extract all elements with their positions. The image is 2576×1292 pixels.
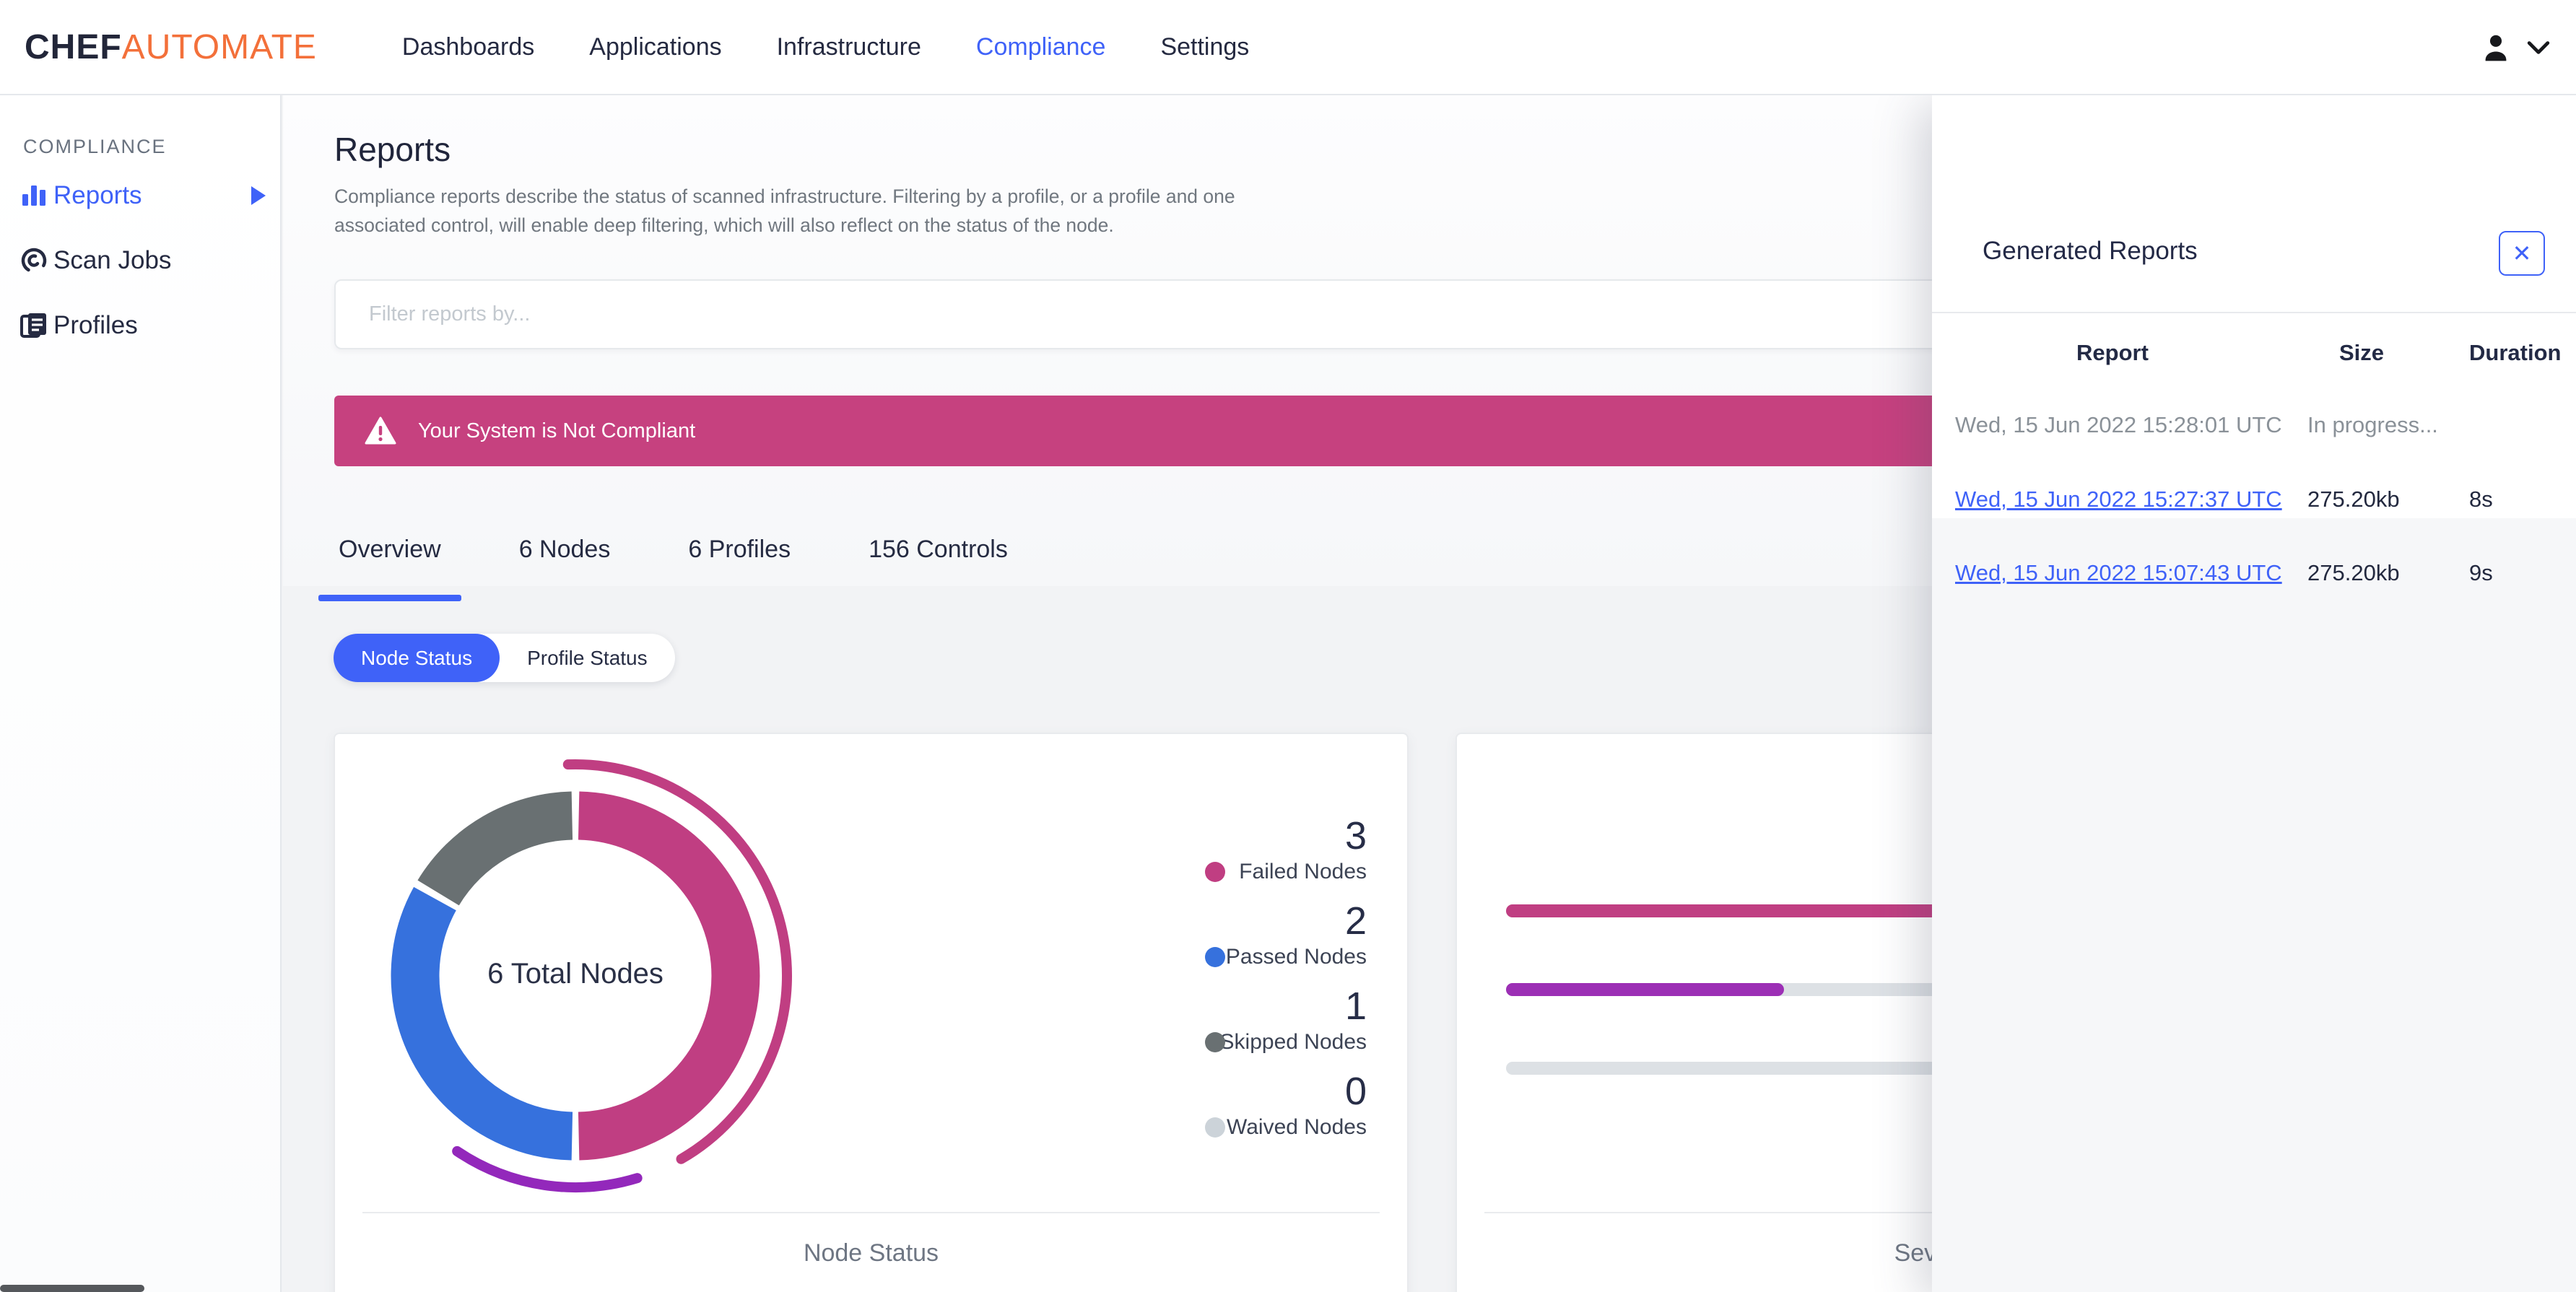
page-title: Reports [334,131,451,168]
waived-dot-icon [1205,1117,1225,1138]
profiles-docs-icon [19,310,49,341]
panel-divider [1932,312,2576,313]
node-status-legend: 3 Failed Nodes 2 Passed Nodes 1 Skipped … [1185,815,1367,1140]
legend-label: Passed Nodes [1225,945,1367,969]
banner-text: Your System is Not Compliant [418,419,696,442]
reports-table-header: Report Size Duration [1932,335,2576,371]
chef-automate-logo[interactable]: CHEFAUTOMATE [25,27,317,67]
report-tabs: Overview 6 Nodes 6 Profiles 156 Controls [318,525,1012,601]
legend-label: Waived Nodes [1227,1115,1367,1139]
panel-surface [1932,95,2576,518]
main-nav: Dashboards Applications Infrastructure C… [402,33,1249,61]
logo-automate: AUTOMATE [121,27,317,66]
sidebar-item-scan-jobs[interactable]: Scan Jobs [0,233,280,288]
node-status-caption: Node Status [803,1239,939,1267]
failed-dot-icon [1205,862,1225,882]
legend-item-waived: 0 Waived Nodes [1185,1070,1367,1140]
table-row: Wed, 15 Jun 2022 15:07:43 UTC 275.20kb 9… [1932,555,2576,591]
report-size: 275.20kb [2307,486,2400,512]
report-duration: 8s [2469,486,2493,512]
warning-icon [365,416,396,445]
node-status-card: 6 Total Nodes 3 Failed Nodes 2 Passed No… [334,733,1409,1292]
user-avatar-icon [2479,31,2512,64]
legend-label: Failed Nodes [1239,860,1367,883]
horizontal-scrollbar-thumb[interactable] [0,1285,144,1292]
report-duration: 9s [2469,560,2493,585]
generated-reports-panel: Generated Reports ✕ Report Size Duration… [1932,95,2576,1292]
sidebar-item-reports[interactable]: Reports [0,168,280,223]
tab-profiles[interactable]: 6 Profiles [684,525,795,601]
app-header: CHEFAUTOMATE Dashboards Applications Inf… [0,0,2576,95]
table-row: Wed, 15 Jun 2022 15:28:01 UTC In progres… [1932,407,2576,443]
sidebar-item-profiles[interactable]: Profiles [0,298,280,353]
scan-target-icon [19,245,49,276]
report-size: 275.20kb [2307,560,2400,585]
legend-label: Skipped Nodes [1219,1030,1367,1054]
profile-status-toggle[interactable]: Profile Status [500,634,675,682]
column-duration: Duration [2469,340,2562,365]
nav-item-applications[interactable]: Applications [589,33,721,61]
nav-item-dashboards[interactable]: Dashboards [402,33,534,61]
logo-chef: CHEF [25,27,122,66]
chevron-right-icon [251,186,266,205]
chef-automate-app: CHEFAUTOMATE Dashboards Applications Inf… [0,0,2576,1292]
nav-item-infrastructure[interactable]: Infrastructure [777,33,921,61]
report-date: Wed, 15 Jun 2022 15:28:01 UTC [1955,412,2282,437]
sidebar-item-label: Reports [53,181,142,209]
close-icon: ✕ [2512,240,2532,266]
tab-overview[interactable]: Overview [318,525,461,601]
donut-center-label: 6 Total Nodes [487,958,663,990]
sidebar-item-label: Scan Jobs [53,246,172,274]
close-panel-button[interactable]: ✕ [2499,231,2545,276]
column-size: Size [2338,340,2385,365]
card-divider [362,1212,1380,1213]
panel-title: Generated Reports [1983,237,2198,265]
report-download-link[interactable]: Wed, 15 Jun 2022 15:27:37 UTC [1955,481,2282,518]
user-menu[interactable] [2479,0,2550,95]
sidebar-section-label: COMPLIANCE [23,136,167,157]
legend-item-passed: 2 Passed Nodes [1185,900,1367,969]
report-size: In progress... [2307,412,2438,437]
passed-dot-icon [1205,947,1225,967]
report-download-link[interactable]: Wed, 15 Jun 2022 15:07:43 UTC [1955,555,2282,591]
passed-count: 2 [1344,899,1367,943]
failed-count: 3 [1344,814,1367,857]
skipped-dot-icon [1205,1032,1225,1052]
compliance-sidebar: COMPLIANCE Reports Scan Jobs Profiles [0,95,282,1292]
skipped-count: 1 [1344,985,1367,1028]
legend-item-skipped: 1 Skipped Nodes [1185,985,1367,1055]
nav-item-compliance[interactable]: Compliance [976,33,1106,61]
column-report: Report [2076,340,2149,365]
node-status-toggle[interactable]: Node Status [334,634,500,682]
waived-count: 0 [1344,1070,1367,1113]
severity-bar-fill [1506,983,1784,996]
status-toggle: Node Status Profile Status [334,634,675,682]
legend-item-failed: 3 Failed Nodes [1185,815,1367,884]
tab-nodes[interactable]: 6 Nodes [515,525,615,601]
nav-item-settings[interactable]: Settings [1160,33,1249,61]
page-description: Compliance reports describe the status o… [334,185,1235,236]
bar-chart-icon [19,180,49,211]
table-row: Wed, 15 Jun 2022 15:27:37 UTC 275.20kb 8… [1932,481,2576,518]
tab-controls[interactable]: 156 Controls [864,525,1012,601]
sidebar-item-label: Profiles [53,311,138,339]
chevron-down-icon [2527,40,2550,56]
